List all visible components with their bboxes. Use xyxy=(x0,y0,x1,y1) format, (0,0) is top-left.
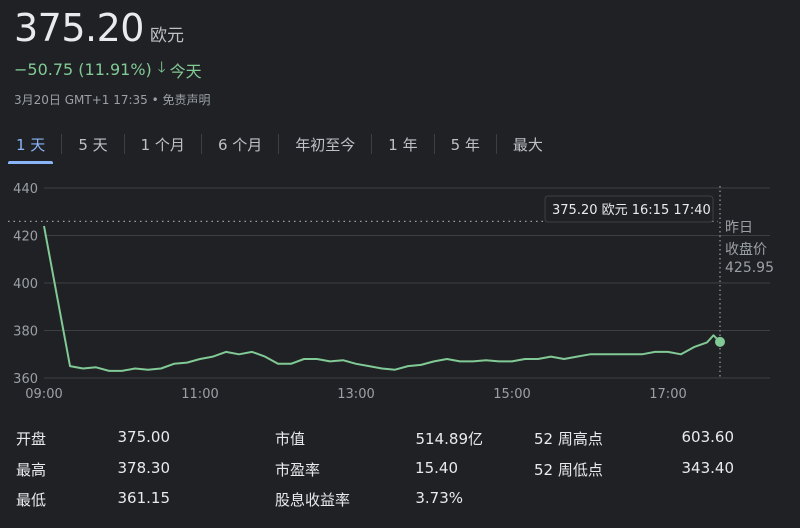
price-chart[interactable]: 360 380 400 420 440 09:00 11:00 13:00 15:00 17:00… xyxy=(0,168,800,408)
stat-value: 514.89亿 xyxy=(415,430,484,448)
x-tick-label: 15:00 xyxy=(493,387,530,402)
stat-value: 361.15 xyxy=(117,489,171,507)
prev-close-value: 425.95 xyxy=(725,260,774,276)
current-price: 375.20 xyxy=(14,6,144,50)
tab-max[interactable]: 最大 xyxy=(497,124,559,164)
stat-value: 15.40 xyxy=(415,459,458,477)
tab-ytd[interactable]: 年初至今 xyxy=(279,124,371,164)
tooltip-text: 375.20 欧元 16:15 17:40 xyxy=(552,203,711,218)
price-line xyxy=(43,225,721,372)
x-tick-label: 17:00 xyxy=(649,387,686,402)
currency-label: 欧元 xyxy=(149,26,184,46)
meta-separator: • xyxy=(151,93,163,107)
change-period: 今天 xyxy=(169,61,202,81)
quote-meta: 3月20日 GMT+1 17:35 • 免责声明 xyxy=(14,91,211,108)
tab-1-year[interactable]: 1 年 xyxy=(372,124,433,164)
tab-1-month[interactable]: 1 个月 xyxy=(125,124,201,164)
stat-value: 343.40 xyxy=(681,459,735,477)
tab-5-days[interactable]: 5 天 xyxy=(62,124,123,164)
tab-6-months[interactable]: 6 个月 xyxy=(202,124,278,164)
prev-close-label: 收盘价 xyxy=(725,241,767,258)
y-tick-label: 380 xyxy=(13,325,38,340)
x-tick-label: 09:00 xyxy=(25,387,62,402)
y-tick-label: 400 xyxy=(13,277,38,292)
price-header: 375.20 欧元 xyxy=(14,6,184,50)
stat-value: 378.30 xyxy=(117,459,171,477)
tab-1-day[interactable]: 1 天 xyxy=(0,124,61,164)
arrow-down-icon: 🡓 xyxy=(157,58,166,76)
x-tick-label: 11:00 xyxy=(181,387,218,402)
y-tick-label: 420 xyxy=(13,230,38,245)
change-value: −50.75 (11.91%) xyxy=(14,60,152,79)
price-chart-svg[interactable]: 360 380 400 420 440 09:00 11:00 13:00 15:00 17:00… xyxy=(0,168,800,408)
quote-timestamp: 3月20日 GMT+1 17:35 xyxy=(14,93,148,107)
price-change: −50.75 (11.91%) 🡓 今天 xyxy=(14,57,202,82)
tab-5-years[interactable]: 5 年 xyxy=(435,124,496,164)
cursor-point xyxy=(715,336,725,347)
stat-value: 3.73% xyxy=(415,489,463,507)
range-tabs: 1 天 5 天 1 个月 6 个月 年初至今 1 年 5 年 最大 xyxy=(0,124,559,164)
disclaimer-link[interactable]: 免责声明 xyxy=(163,93,211,107)
stat-value: 375.00 xyxy=(117,428,171,446)
y-tick-label: 440 xyxy=(13,182,38,197)
x-tick-label: 13:00 xyxy=(337,387,374,402)
stat-value: 603.60 xyxy=(681,428,735,446)
y-tick-label: 360 xyxy=(13,372,38,387)
prev-close-label: 昨日 xyxy=(725,220,753,236)
